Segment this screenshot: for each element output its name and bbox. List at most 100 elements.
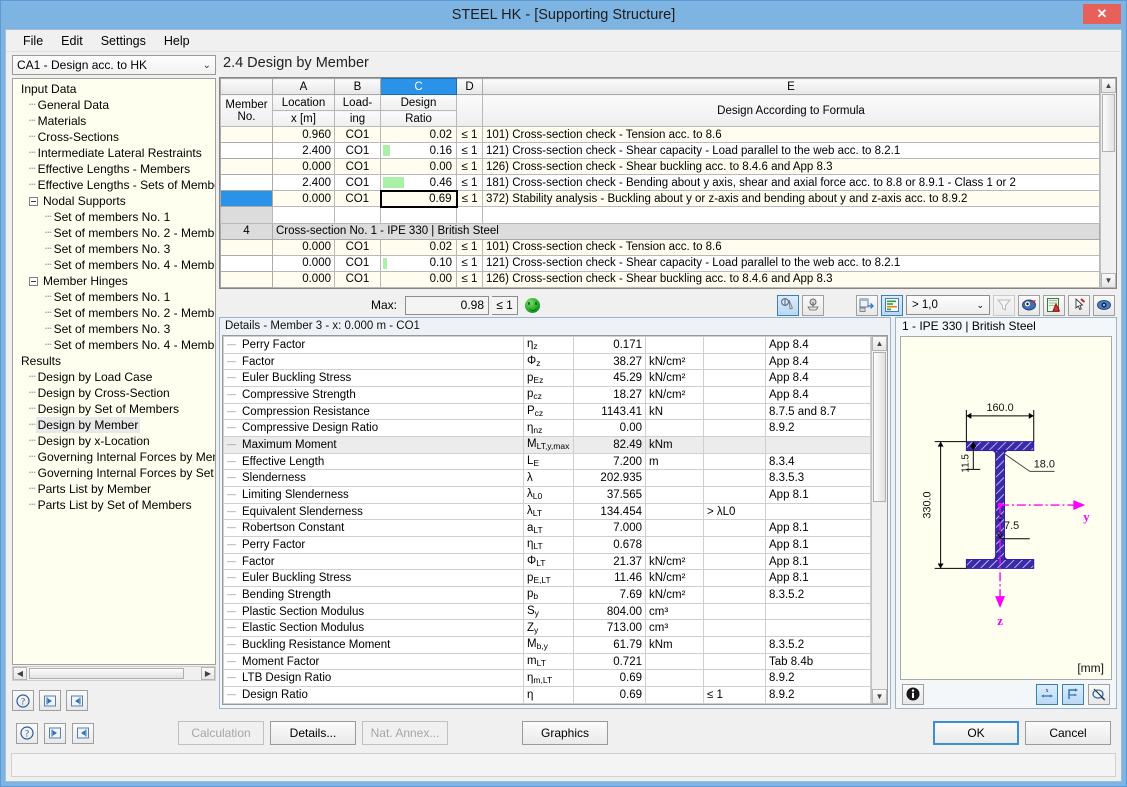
- column-letter-b[interactable]: B: [334, 78, 381, 95]
- next-module-icon[interactable]: [72, 722, 94, 744]
- row-member-number[interactable]: [220, 270, 273, 288]
- tree-item[interactable]: ┄ Set of members No. 1: [15, 209, 215, 225]
- next-table-icon[interactable]: [66, 690, 88, 711]
- result-diagram-button[interactable]: [802, 294, 824, 316]
- result-bars-button[interactable]: [881, 294, 903, 316]
- details-row[interactable]: Buckling Resistance MomentMb,y61.79kNm8.…: [223, 636, 871, 654]
- excel-export-button[interactable]: [1043, 294, 1065, 316]
- row-member-number[interactable]: [220, 125, 273, 144]
- visibility-button[interactable]: [1093, 294, 1115, 316]
- details-row[interactable]: Maximum MomentMLT,y,max82.49kNm: [223, 436, 871, 454]
- table-row[interactable]: 0.000 CO1 0.02 ≤ 1 101) Cross-section check …: [220, 238, 1100, 256]
- details-row[interactable]: FactorΦz38.27kN/cm²App 8.4: [223, 352, 871, 371]
- cross-section-drawing[interactable]: 160.0 330.0 11.5 18.0 7.5 y z [mm]: [900, 336, 1112, 680]
- cell-location[interactable]: 0.000: [272, 254, 335, 272]
- cell-loading[interactable]: CO1: [334, 158, 381, 176]
- filter-button[interactable]: [993, 294, 1015, 316]
- row-member-number[interactable]: [220, 190, 273, 208]
- cell-design-ratio[interactable]: 0.00: [380, 158, 457, 176]
- cell-loading[interactable]: CO1: [334, 190, 381, 208]
- details-row[interactable]: Compression ResistancePcz1143.41kN8.7.5 …: [223, 402, 871, 421]
- help-icon[interactable]: ?: [16, 722, 38, 744]
- details-row[interactable]: Perry FactorηLT0.678 App 8.1: [223, 536, 871, 554]
- table-row[interactable]: 2.400 CO1 0.16 ≤ 1 121) Cross-section check …: [220, 142, 1100, 160]
- table-row[interactable]: 0.000 CO1 0.69 ≤ 1 372) Stability analysis -…: [220, 189, 1100, 208]
- cell-design-ratio[interactable]: 0.02: [380, 238, 457, 256]
- help-icon[interactable]: ?: [12, 690, 34, 711]
- scroll-down-icon[interactable]: ▼: [872, 689, 887, 704]
- scroll-up-icon[interactable]: ▲: [872, 336, 887, 351]
- design-case-combobox[interactable]: CA1 - Design acc. to HK ⌄: [12, 55, 216, 75]
- result-color-button[interactable]: [777, 294, 799, 316]
- graphics-button[interactable]: Graphics: [522, 721, 608, 745]
- tree-item[interactable]: Nodal Supports: [15, 193, 215, 209]
- cell-loading[interactable]: CO1: [334, 254, 381, 272]
- tree-item[interactable]: ┄ Materials: [15, 113, 215, 129]
- max-value-field[interactable]: 0.98: [405, 295, 490, 315]
- menu-edit[interactable]: Edit: [52, 32, 92, 50]
- details-scroll-thumb[interactable]: [873, 352, 886, 502]
- tree-item[interactable]: ┄Set of members No. 2 - Member S: [15, 225, 215, 241]
- column-letter-d[interactable]: D: [456, 78, 483, 95]
- scroll-down-icon[interactable]: ▼: [1101, 273, 1116, 288]
- details-row[interactable]: LTB Design Ratioηm,LT0.69 8.9.2: [223, 669, 871, 688]
- details-row[interactable]: Compressive Design Ratioηnz0.00 8.9.2: [223, 419, 871, 438]
- cross-section-group-row[interactable]: 4 Cross-section No. 1 - IPE 330 | British…: [220, 222, 1100, 240]
- details-button[interactable]: Details...: [270, 721, 356, 745]
- details-row[interactable]: Compressive Strengthpcz18.27kN/cm² App 8.…: [223, 386, 871, 404]
- expander-icon[interactable]: [29, 196, 38, 206]
- table-row[interactable]: 2.400 CO1 0.46 ≤ 1 181) Cross-section check …: [220, 174, 1100, 192]
- dimension-x-button[interactable]: x: [1036, 683, 1058, 705]
- ok-button[interactable]: OK: [933, 721, 1019, 745]
- previous-table-icon[interactable]: [39, 690, 61, 711]
- tree-item[interactable]: Member Hinges: [15, 273, 215, 289]
- cell-design-ratio[interactable]: 0.46: [380, 174, 457, 192]
- cell-location[interactable]: 0.000: [272, 158, 335, 176]
- select-member-button[interactable]: [1068, 294, 1090, 316]
- national-annex-button[interactable]: Nat. Annex...: [362, 721, 448, 745]
- cell-loading[interactable]: CO1: [334, 174, 381, 192]
- cell-design-ratio[interactable]: 0.00: [380, 270, 457, 288]
- cell-design-ratio[interactable]: 0.02: [380, 125, 457, 144]
- cell-location[interactable]: 0.960: [272, 125, 335, 144]
- cell-loading[interactable]: CO1: [334, 270, 381, 288]
- axes-button[interactable]: [1062, 683, 1084, 705]
- cell-location[interactable]: 0.000: [272, 190, 335, 208]
- tree-item[interactable]: ┄ Set of members No. 1: [15, 289, 215, 305]
- cell-location[interactable]: 2.400: [272, 174, 335, 192]
- details-row[interactable]: Plastic Section ModulusSy804.00cm³: [223, 602, 871, 621]
- scroll-thumb[interactable]: [29, 668, 184, 679]
- table-row[interactable]: 0.960 CO1 0.02 ≤ 1 101) Cross-section check …: [220, 125, 1100, 144]
- tree-item[interactable]: ┄ General Data: [15, 97, 215, 113]
- cell-location[interactable]: 2.400: [272, 142, 335, 160]
- tree-item[interactable]: ┄ Set of members No. 3: [15, 241, 215, 257]
- tree-item[interactable]: Input Data: [15, 81, 215, 97]
- results-scroll-thumb[interactable]: [1102, 94, 1115, 152]
- table-row[interactable]: 0.000 CO1 0.00 ≤ 1 126) Cross-section check …: [220, 270, 1100, 288]
- details-row[interactable]: Elastic Section ModulusZy713.00cm³: [223, 619, 871, 638]
- details-row[interactable]: Moment FactormLT0.721Tab 8.4b: [223, 652, 871, 671]
- details-row[interactable]: Euler Buckling StresspEz45.29kN/cm² App 8…: [223, 369, 871, 388]
- tree-item[interactable]: ┄ Cross-Sections: [15, 129, 215, 145]
- details-row[interactable]: FactorΦLT21.37kN/cm²App 8.1: [223, 552, 871, 571]
- hide-dimensions-button[interactable]: [1088, 683, 1110, 705]
- tree-item[interactable]: ┄ Parts List by Member: [15, 481, 215, 497]
- cell-loading[interactable]: CO1: [334, 142, 381, 160]
- column-letter-a[interactable]: A: [272, 78, 335, 95]
- details-row[interactable]: Robertson ConstantaLT7.000 App 8.1: [223, 519, 871, 538]
- cell-loading[interactable]: CO1: [334, 125, 381, 144]
- details-row[interactable]: Effective LengthLE7.200m 8.3.4: [223, 452, 871, 471]
- cell-design-ratio[interactable]: 0.69: [379, 189, 458, 208]
- scroll-left-icon[interactable]: ◀: [13, 667, 27, 680]
- cell-design-ratio[interactable]: 0.16: [380, 142, 457, 160]
- tree-item[interactable]: ┄Set of members No. 4 - Member S: [15, 337, 215, 353]
- details-row[interactable]: Equivalent SlendernessλLT134.454 > λL0: [223, 502, 871, 521]
- close-icon[interactable]: ✕: [1083, 4, 1121, 24]
- details-row[interactable]: Euler Buckling StresspE,LT11.46kN/cm² App…: [223, 569, 871, 588]
- cell-location[interactable]: 0.000: [272, 270, 335, 288]
- scroll-right-icon[interactable]: ▶: [201, 667, 215, 680]
- row-member-number[interactable]: [220, 158, 273, 176]
- table-row[interactable]: 0.000 CO1 0.00 ≤ 1 126) Cross-section check …: [220, 158, 1100, 176]
- details-row[interactable]: Limiting SlendernessλL037.565 App 8.1: [223, 486, 871, 504]
- tree-item[interactable]: ┄ Parts List by Set of Members: [15, 497, 215, 513]
